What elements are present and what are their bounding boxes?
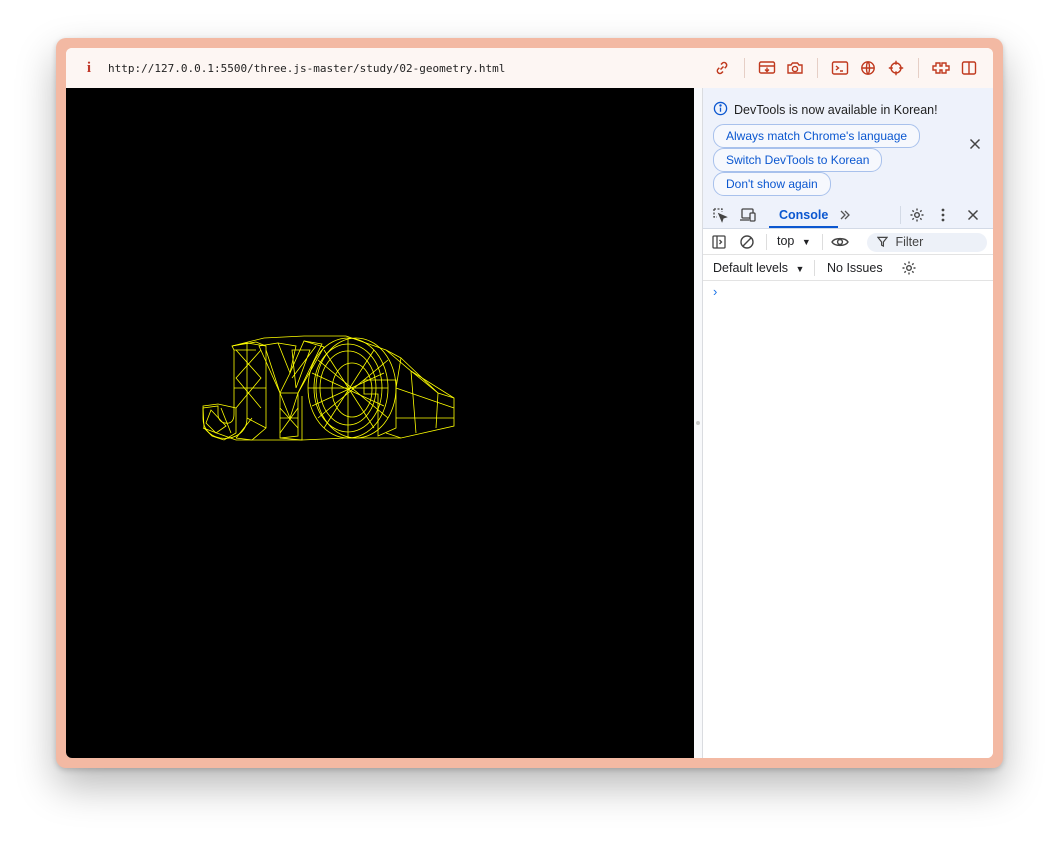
more-tabs-chevron-icon[interactable] [837, 207, 853, 223]
more-options-icon[interactable] [938, 207, 948, 223]
split-view-icon[interactable] [958, 57, 980, 79]
devtools-tab-bar: Console [703, 202, 993, 229]
console-prompt[interactable]: › [713, 284, 717, 299]
close-devtools-icon[interactable] [965, 207, 981, 223]
dropdown-arrow-icon: ▼ [795, 264, 805, 274]
toolbar-divider [822, 234, 823, 250]
dont-show-again-button[interactable]: Don't show again [713, 172, 831, 196]
console-levels-bar: Default levels ▼ No Issues [703, 255, 993, 281]
device-toolbar-icon[interactable] [738, 207, 758, 223]
tab-divider [900, 206, 901, 224]
terminal-icon[interactable] [829, 57, 851, 79]
toolbar-divider [918, 58, 919, 78]
url-text[interactable]: http://127.0.0.1:5500/three.js-master/st… [108, 62, 505, 75]
toolbar-divider [744, 58, 745, 78]
filter-placeholder: Filter [895, 235, 924, 249]
context-selector[interactable]: top ▼ [777, 234, 811, 248]
default-levels-dropdown[interactable]: Default levels ▼ [713, 261, 804, 275]
browser-toolbar [708, 48, 983, 88]
prompt-chevron-icon: › [713, 284, 718, 299]
toolbar-divider [817, 58, 818, 78]
webgl-canvas[interactable] [66, 88, 694, 758]
sidebar-toggle-icon[interactable] [711, 234, 727, 250]
address-bar: i http://127.0.0.1:5500/three.js-master/… [66, 48, 993, 89]
switch-to-korean-button[interactable]: Switch DevTools to Korean [713, 148, 883, 172]
console-filter-input[interactable]: Filter [867, 233, 987, 252]
link-icon[interactable] [711, 57, 733, 79]
close-icon[interactable] [967, 136, 983, 152]
issues-counter[interactable]: No Issues [827, 261, 883, 275]
browser-frame: i http://127.0.0.1:5500/three.js-master/… [56, 38, 1003, 768]
always-match-language-button[interactable]: Always match Chrome's language [713, 124, 921, 148]
info-circle-icon [713, 101, 728, 119]
globe-icon[interactable] [857, 57, 879, 79]
context-selector-value: top [777, 234, 795, 248]
gear-icon[interactable] [909, 207, 925, 223]
console-toolbar: top ▼ Filter [703, 229, 993, 255]
toolbar-divider [814, 260, 815, 276]
splitter-handle[interactable] [696, 421, 700, 425]
default-levels-label: Default levels [713, 261, 789, 275]
jyg-wireframe-text [202, 335, 455, 441]
browser-window: i http://127.0.0.1:5500/three.js-master/… [66, 48, 993, 758]
toolbar-divider [766, 234, 767, 250]
console-settings-gear-icon[interactable] [901, 260, 917, 276]
language-banner: DevTools is now available in Korean! Alw… [703, 88, 993, 202]
camera-icon[interactable] [784, 57, 806, 79]
banner-title-text: DevTools is now available in Korean! [734, 103, 938, 117]
dropdown-arrow-icon: ▼ [801, 237, 811, 247]
banner-title: DevTools is now available in Korean! [713, 101, 938, 119]
extensions-icon[interactable] [930, 57, 952, 79]
crosshair-icon[interactable] [885, 57, 907, 79]
tab-console[interactable]: Console [769, 202, 839, 228]
site-info-icon[interactable]: i [82, 60, 96, 77]
devtools-panel: DevTools is now available in Korean! Alw… [703, 88, 993, 758]
clear-console-icon[interactable] [739, 234, 755, 250]
live-expression-eye-icon[interactable] [830, 234, 850, 250]
devtools-splitter[interactable] [694, 88, 703, 758]
inspect-element-icon[interactable] [711, 207, 729, 223]
screencast-icon[interactable] [756, 57, 778, 79]
filter-icon [876, 234, 889, 253]
